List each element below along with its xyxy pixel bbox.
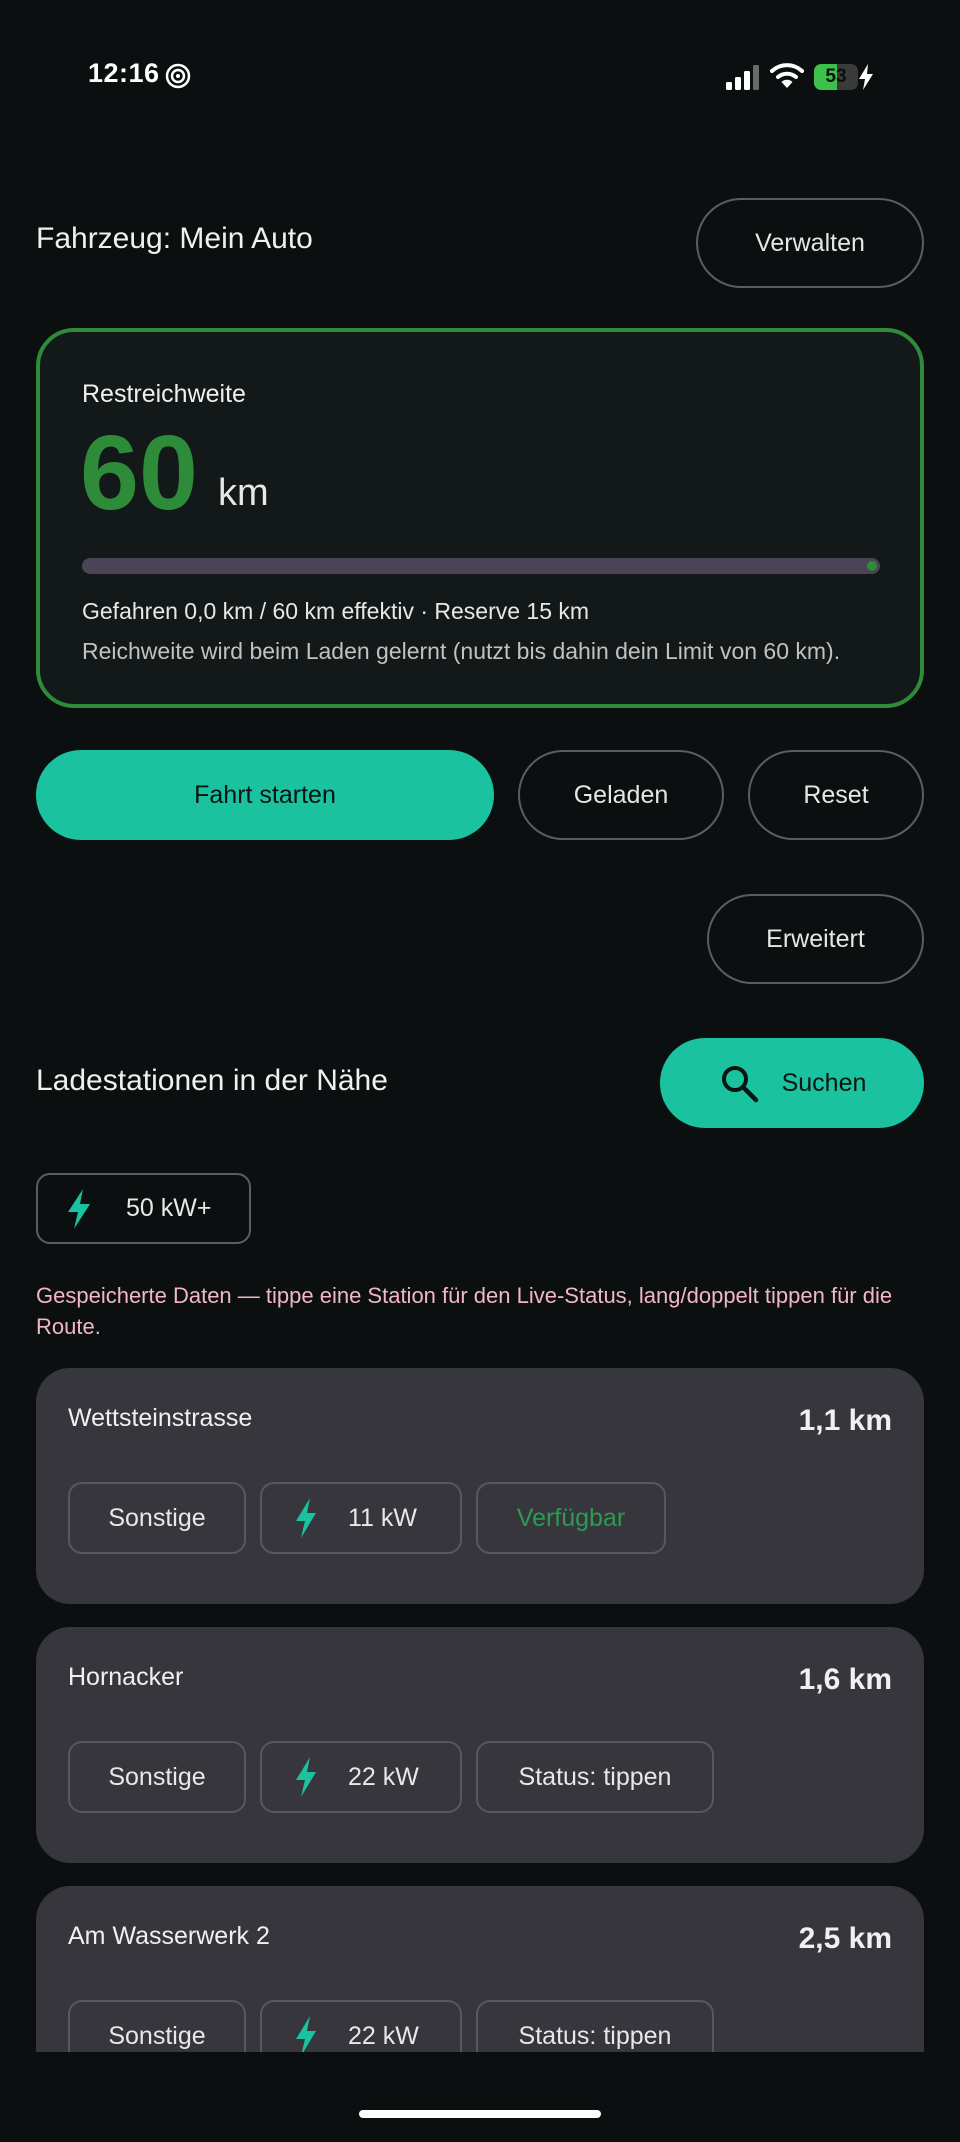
range-label: Restreichweite bbox=[82, 380, 246, 408]
station-power-tag: 22 kW bbox=[260, 1741, 462, 1813]
charging-bolt-icon bbox=[859, 64, 873, 90]
station-power: 22 kW bbox=[348, 2021, 419, 2050]
station-power: 22 kW bbox=[348, 1762, 419, 1791]
range-progress-bar bbox=[82, 558, 880, 574]
station-card[interactable]: Am Wasserwerk 2 2,5 km Sonstige 22 kW St… bbox=[36, 1886, 924, 2052]
signal-icon bbox=[726, 65, 759, 90]
reset-button[interactable]: Reset bbox=[748, 750, 924, 840]
station-status-tag: Status: tippen bbox=[476, 1741, 714, 1813]
manage-vehicle-button[interactable]: Verwalten bbox=[696, 198, 924, 288]
status-time: 12:16 bbox=[88, 58, 160, 88]
advanced-button[interactable]: Erweitert bbox=[707, 894, 924, 984]
search-button[interactable]: Suchen bbox=[660, 1038, 924, 1128]
range-info: Gefahren 0,0 km / 60 km effektiv · Reser… bbox=[82, 598, 590, 624]
station-status-tag: Status: tippen bbox=[476, 2000, 714, 2052]
station-status-tag: Verfügbar bbox=[476, 1482, 666, 1554]
bolt-icon bbox=[296, 2016, 316, 2052]
station-distance: 2,5 km bbox=[798, 1922, 892, 1955]
vehicle-title: Fahrzeug: Mein Auto bbox=[36, 222, 313, 255]
battery-icon: 53 bbox=[814, 64, 858, 90]
range-progress-indicator bbox=[867, 561, 877, 571]
range-value: 60 bbox=[80, 414, 198, 532]
station-type-tag: Sonstige bbox=[68, 1741, 246, 1813]
battery-percent: 53 bbox=[825, 66, 847, 87]
stations-note: Gespeicherte Daten — tippe eine Station … bbox=[36, 1283, 893, 1339]
station-name: Wettsteinstrasse bbox=[68, 1404, 253, 1432]
home-indicator[interactable] bbox=[359, 2110, 601, 2118]
focus-icon bbox=[165, 63, 191, 89]
station-card[interactable]: Wettsteinstrasse 1,1 km Sonstige 11 kW V… bbox=[36, 1368, 924, 1604]
station-type-tag: Sonstige bbox=[68, 2000, 246, 2052]
filter-label: 50 kW+ bbox=[126, 1194, 212, 1222]
bolt-icon bbox=[296, 1498, 316, 1538]
wifi-icon bbox=[770, 63, 804, 88]
bolt-icon bbox=[68, 1188, 90, 1229]
station-distance: 1,1 km bbox=[798, 1404, 892, 1437]
station-name: Am Wasserwerk 2 bbox=[68, 1922, 270, 1950]
station-list: Wettsteinstrasse 1,1 km Sonstige 11 kW V… bbox=[0, 1368, 960, 2052]
station-type-tag: Sonstige bbox=[68, 1482, 246, 1554]
bolt-icon bbox=[296, 1757, 316, 1797]
station-name: Hornacker bbox=[68, 1663, 184, 1691]
charged-button[interactable]: Geladen bbox=[518, 750, 724, 840]
station-power-tag: 11 kW bbox=[260, 1482, 462, 1554]
range-unit: km bbox=[218, 472, 269, 514]
range-hint: Reichweite wird beim Laden gelernt (nutz… bbox=[82, 638, 841, 664]
station-power: 11 kW bbox=[348, 1503, 417, 1532]
search-label: Suchen bbox=[781, 1068, 867, 1097]
range-card: Restreichweite 60 km Gefahren 0,0 km / 6… bbox=[36, 328, 924, 708]
power-filter-chip[interactable]: 50 kW+ bbox=[36, 1173, 251, 1244]
status-bar: 12:16 53 bbox=[0, 0, 960, 150]
station-power-tag: 22 kW bbox=[260, 2000, 462, 2052]
stations-title: Ladestationen in der Nähe bbox=[36, 1064, 388, 1097]
station-distance: 1,6 km bbox=[798, 1663, 892, 1696]
search-icon bbox=[721, 1066, 758, 1103]
station-card[interactable]: Hornacker 1,6 km Sonstige 22 kW Status: … bbox=[36, 1627, 924, 1863]
start-trip-button[interactable]: Fahrt starten bbox=[36, 750, 494, 840]
